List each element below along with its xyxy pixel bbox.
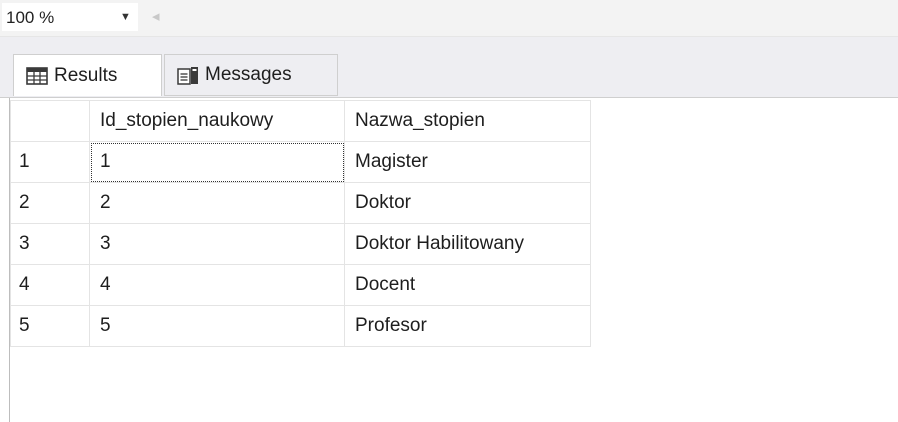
name-cell[interactable]: Magister (344, 141, 591, 183)
id-cell[interactable]: 2 (89, 182, 345, 224)
table-row[interactable]: 1 1 Magister (10, 141, 591, 183)
scroll-left-icon[interactable]: ◂ (152, 7, 160, 25)
tab-messages[interactable]: Messages (164, 54, 338, 96)
messages-icon (177, 66, 199, 85)
name-cell[interactable]: Doktor (344, 182, 591, 224)
results-grid[interactable]: Id_stopien_naukowy Nazwa_stopien 1 1 Mag… (10, 100, 591, 347)
name-cell[interactable]: Docent (344, 264, 591, 306)
id-cell[interactable]: 3 (89, 223, 345, 265)
tab-messages-label: Messages (205, 64, 292, 85)
tab-results-label: Results (54, 64, 118, 86)
header-id-stopien-naukowy[interactable]: Id_stopien_naukowy (89, 100, 345, 142)
results-tab-strip: Results Messages (0, 37, 898, 97)
zoom-value: 100 % (6, 8, 55, 27)
table-row[interactable]: 3 3 Doktor Habilitowany (10, 223, 591, 265)
zoom-dropdown[interactable]: 100 % ▼ (2, 3, 138, 31)
table-row[interactable]: 4 4 Docent (10, 264, 591, 306)
row-number-cell[interactable]: 2 (10, 182, 90, 224)
results-grid-area: Id_stopien_naukowy Nazwa_stopien 1 1 Mag… (0, 97, 898, 422)
row-number-cell[interactable]: 3 (10, 223, 90, 265)
grid-icon (26, 66, 48, 85)
row-number-cell[interactable]: 4 (10, 264, 90, 306)
name-cell[interactable]: Doktor Habilitowany (344, 223, 591, 265)
chevron-down-icon[interactable]: ▼ (120, 11, 131, 23)
header-rownum[interactable] (10, 100, 90, 142)
id-cell[interactable]: 5 (89, 305, 345, 347)
table-row[interactable]: 2 2 Doktor (10, 182, 591, 224)
header-nazwa-stopien[interactable]: Nazwa_stopien (344, 100, 591, 142)
name-cell[interactable]: Profesor (344, 305, 591, 347)
header-row: Id_stopien_naukowy Nazwa_stopien (10, 100, 591, 142)
row-number-cell[interactable]: 1 (10, 141, 90, 183)
row-number-cell[interactable]: 5 (10, 305, 90, 347)
id-cell[interactable]: 4 (89, 264, 345, 306)
tab-results[interactable]: Results (13, 54, 162, 96)
zoom-toolbar: 100 % ▼ ◂ (0, 0, 898, 37)
table-row[interactable]: 5 5 Profesor (10, 305, 591, 347)
id-cell[interactable]: 1 (89, 141, 345, 183)
